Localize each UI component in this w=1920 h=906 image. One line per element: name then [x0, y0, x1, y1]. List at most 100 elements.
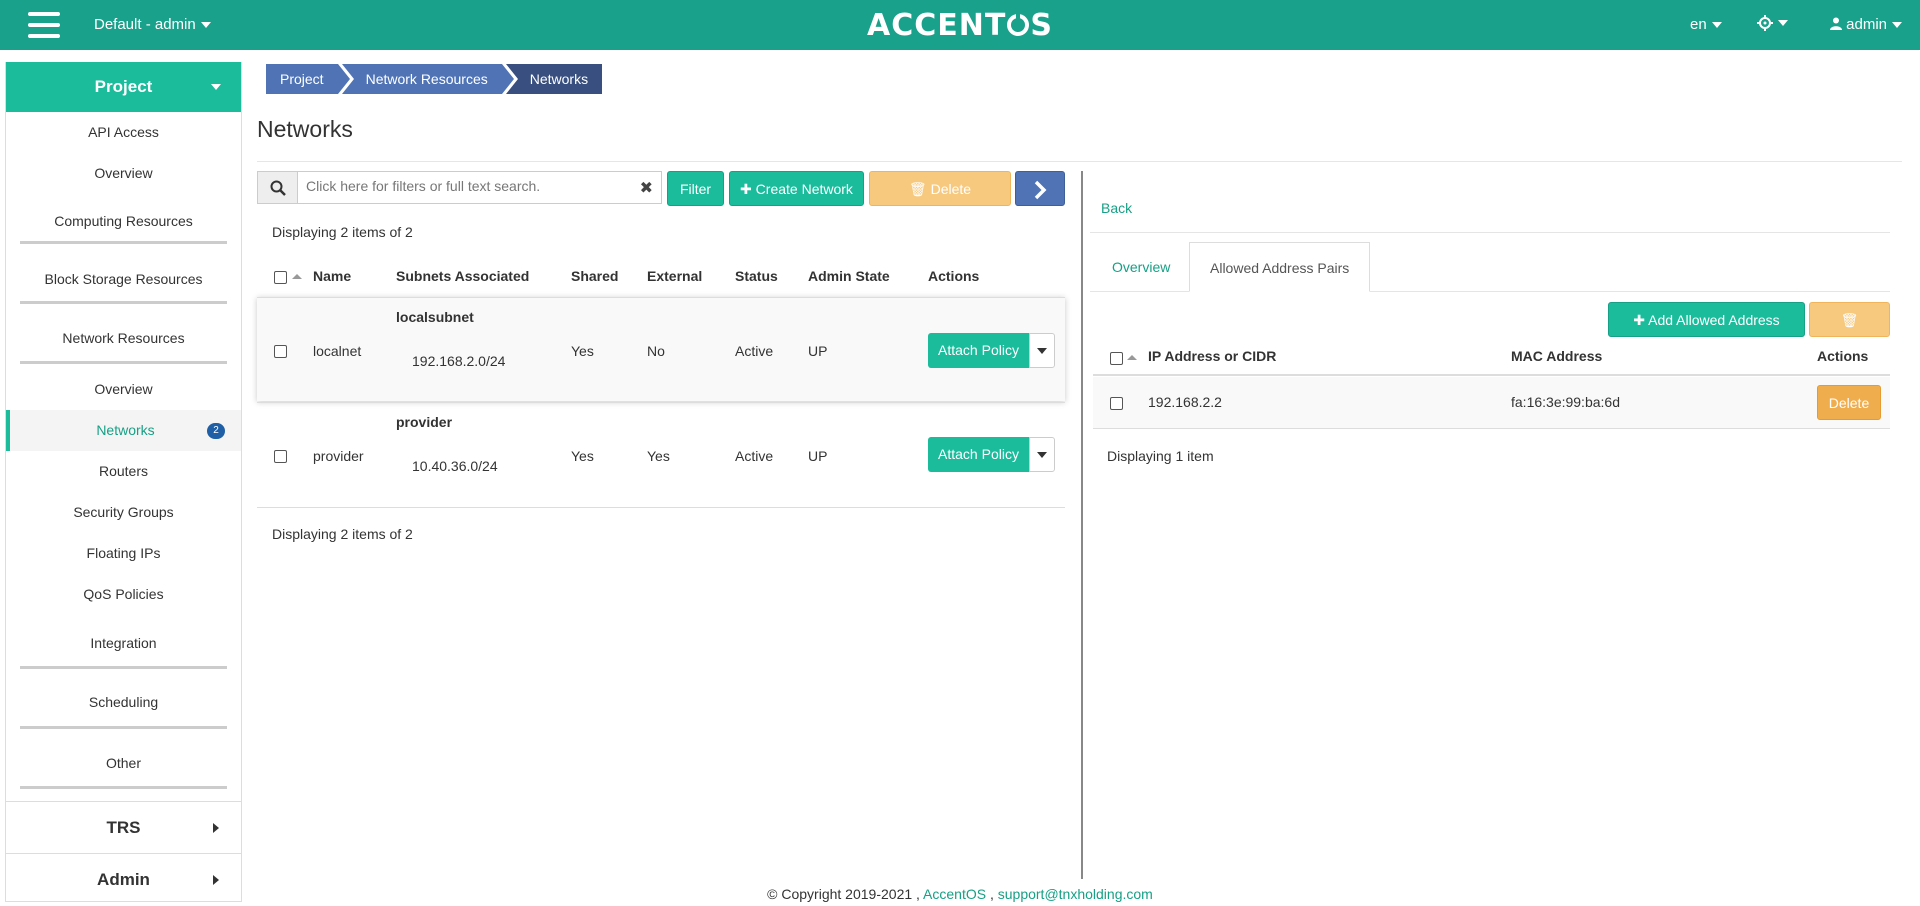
column-header-mac[interactable]: MAC Address: [1511, 348, 1602, 364]
search-input[interactable]: [304, 177, 634, 195]
breadcrumb-network-resources[interactable]: Network Resources: [341, 64, 514, 94]
sidebar-item-api-access[interactable]: API Access: [6, 112, 241, 153]
column-header-subnets[interactable]: Subnets Associated: [396, 268, 529, 284]
column-header-admin-state[interactable]: Admin State: [808, 268, 890, 284]
sidebar-group-computing-resources[interactable]: Computing Resources: [20, 194, 227, 244]
sidebar-item-networks[interactable]: Networks 2: [6, 410, 241, 451]
external-value: Yes: [647, 448, 670, 464]
sidebar-item-overview[interactable]: Overview: [6, 153, 241, 194]
chevron-down-icon: [1778, 19, 1788, 26]
search-bar: ✖: [257, 171, 662, 204]
detail-count: Displaying 1 item: [1107, 448, 1214, 464]
user-menu[interactable]: admin: [1830, 16, 1903, 33]
project-switcher[interactable]: Default - admin: [94, 16, 211, 33]
sidebar-group-integration[interactable]: Integration: [20, 615, 227, 669]
delete-pairs-button[interactable]: 🗑 Delete: [1809, 302, 1890, 363]
column-header-actions: Actions: [928, 268, 980, 284]
sidebar-section-trs[interactable]: TRS: [6, 801, 241, 853]
row-actions-dropdown[interactable]: [1029, 437, 1055, 472]
settings-menu[interactable]: [1757, 14, 1788, 32]
breadcrumb-networks: Networks: [505, 64, 603, 94]
column-header-ip[interactable]: IP Address or CIDR: [1148, 348, 1276, 364]
sidebar-item-security-groups[interactable]: Security Groups: [6, 492, 241, 533]
column-header-actions: Actions: [1817, 348, 1869, 364]
search-icon: [270, 180, 286, 196]
column-header-shared[interactable]: Shared: [571, 268, 618, 284]
chevron-right-icon: [1034, 181, 1047, 200]
menu-toggle-icon[interactable]: [28, 12, 60, 38]
chevron-down-icon: [1711, 22, 1722, 29]
sidebar-group-scheduling[interactable]: Scheduling: [20, 669, 227, 729]
subnet-cidr: 192.168.2.0/24: [412, 353, 506, 369]
row-checkbox[interactable]: [274, 450, 287, 463]
footer-separator: ,: [989, 886, 994, 902]
sidebar-project-header[interactable]: Project: [6, 62, 241, 112]
close-icon[interactable]: ✖: [640, 178, 653, 198]
filter-button[interactable]: Filter: [667, 171, 724, 206]
sidebar-group-other[interactable]: Other: [20, 729, 227, 789]
attach-policy-button[interactable]: Attach Policy: [928, 333, 1029, 368]
table-row[interactable]: provider provider 10.40.36.0/24 Yes Yes …: [257, 402, 1065, 506]
create-network-label: Create Network: [755, 181, 853, 197]
footer: © Copyright 2019-2021 , AccentOS , suppo…: [0, 886, 1920, 902]
sidebar-item-network-overview[interactable]: Overview: [6, 369, 241, 410]
sidebar-group-network-resources[interactable]: Network Resources: [20, 304, 227, 364]
table-count-top: Displaying 2 items of 2: [272, 224, 413, 240]
table-row[interactable]: localnet localsubnet 192.168.2.0/24 Yes …: [257, 297, 1065, 401]
chevron-down-icon: [200, 22, 211, 29]
language-label: en: [1690, 16, 1707, 33]
network-name-link[interactable]: provider: [313, 448, 364, 464]
row-checkbox[interactable]: [274, 345, 287, 358]
column-header-status[interactable]: Status: [735, 268, 778, 284]
network-name-link[interactable]: localnet: [313, 343, 361, 359]
row-actions-dropdown[interactable]: [1029, 333, 1055, 368]
tab-allowed-address-pairs[interactable]: Allowed Address Pairs: [1189, 242, 1371, 292]
shared-value: Yes: [571, 448, 594, 464]
admin-state-value: UP: [808, 343, 828, 359]
subnet-name: provider: [396, 414, 453, 430]
sidebar-group-label: Computing Resources: [54, 213, 193, 229]
column-header-external[interactable]: External: [647, 268, 702, 284]
chevron-right-icon: [213, 823, 219, 833]
sidebar-item-qos-policies[interactable]: QoS Policies: [6, 574, 241, 615]
chevron-right-icon: [213, 875, 219, 885]
sidebar-group-label: Integration: [90, 635, 157, 651]
sidebar-group-label: Other: [105, 755, 141, 771]
back-link[interactable]: Back: [1101, 200, 1132, 216]
sidebar-section-label: TRS: [106, 818, 141, 837]
sidebar-item-routers[interactable]: Routers: [6, 451, 241, 492]
status-value: Active: [735, 343, 774, 359]
support-email-link[interactable]: support@tnxholding.com: [998, 886, 1153, 902]
select-all-checkbox[interactable]: [1110, 352, 1123, 365]
sort-asc-icon[interactable]: [1127, 355, 1137, 360]
column-header-name[interactable]: Name: [313, 268, 351, 284]
row-checkbox[interactable]: [1110, 397, 1123, 410]
divider: [257, 507, 1065, 508]
attach-policy-button[interactable]: Attach Policy: [928, 437, 1029, 472]
company-link[interactable]: AccentOS: [923, 886, 986, 902]
divider: [1090, 232, 1890, 233]
language-switcher[interactable]: en: [1690, 16, 1722, 33]
delete-networks-button[interactable]: 🗑 Delete Networks: [869, 171, 1011, 232]
tab-overview[interactable]: Overview: [1092, 242, 1190, 292]
select-all-checkbox[interactable]: [274, 271, 287, 284]
ip-value: 192.168.2.2: [1148, 394, 1222, 410]
chevron-down-icon: [1037, 348, 1047, 354]
breadcrumb-project[interactable]: Project: [266, 64, 350, 94]
delete-row-button[interactable]: Delete: [1817, 385, 1881, 420]
trash-icon: 🗑: [1840, 312, 1859, 328]
sort-asc-icon[interactable]: [292, 274, 302, 279]
chevron-down-icon: [1037, 452, 1047, 458]
subnet-cidr: 10.40.36.0/24: [412, 458, 498, 474]
address-pairs-table-header: IP Address or CIDR MAC Address Actions: [1093, 344, 1890, 376]
table-row[interactable]: 192.168.2.2 fa:16:3e:99:ba:6d Delete: [1093, 377, 1890, 429]
panel-splitter[interactable]: [1081, 171, 1083, 879]
toggle-panel-button[interactable]: [1015, 171, 1065, 206]
sidebar-group-block-storage[interactable]: Block Storage Resources: [20, 244, 227, 304]
breadcrumb: Project Network Resources Networks: [266, 64, 606, 94]
user-icon: [1830, 17, 1842, 30]
sidebar-item-floating-ips[interactable]: Floating IPs: [6, 533, 241, 574]
search-button[interactable]: [258, 172, 298, 203]
create-network-button[interactable]: ✚ Create Network: [729, 171, 864, 206]
add-allowed-address-pair-button[interactable]: ✚ Add Allowed Address Pair: [1608, 302, 1805, 363]
